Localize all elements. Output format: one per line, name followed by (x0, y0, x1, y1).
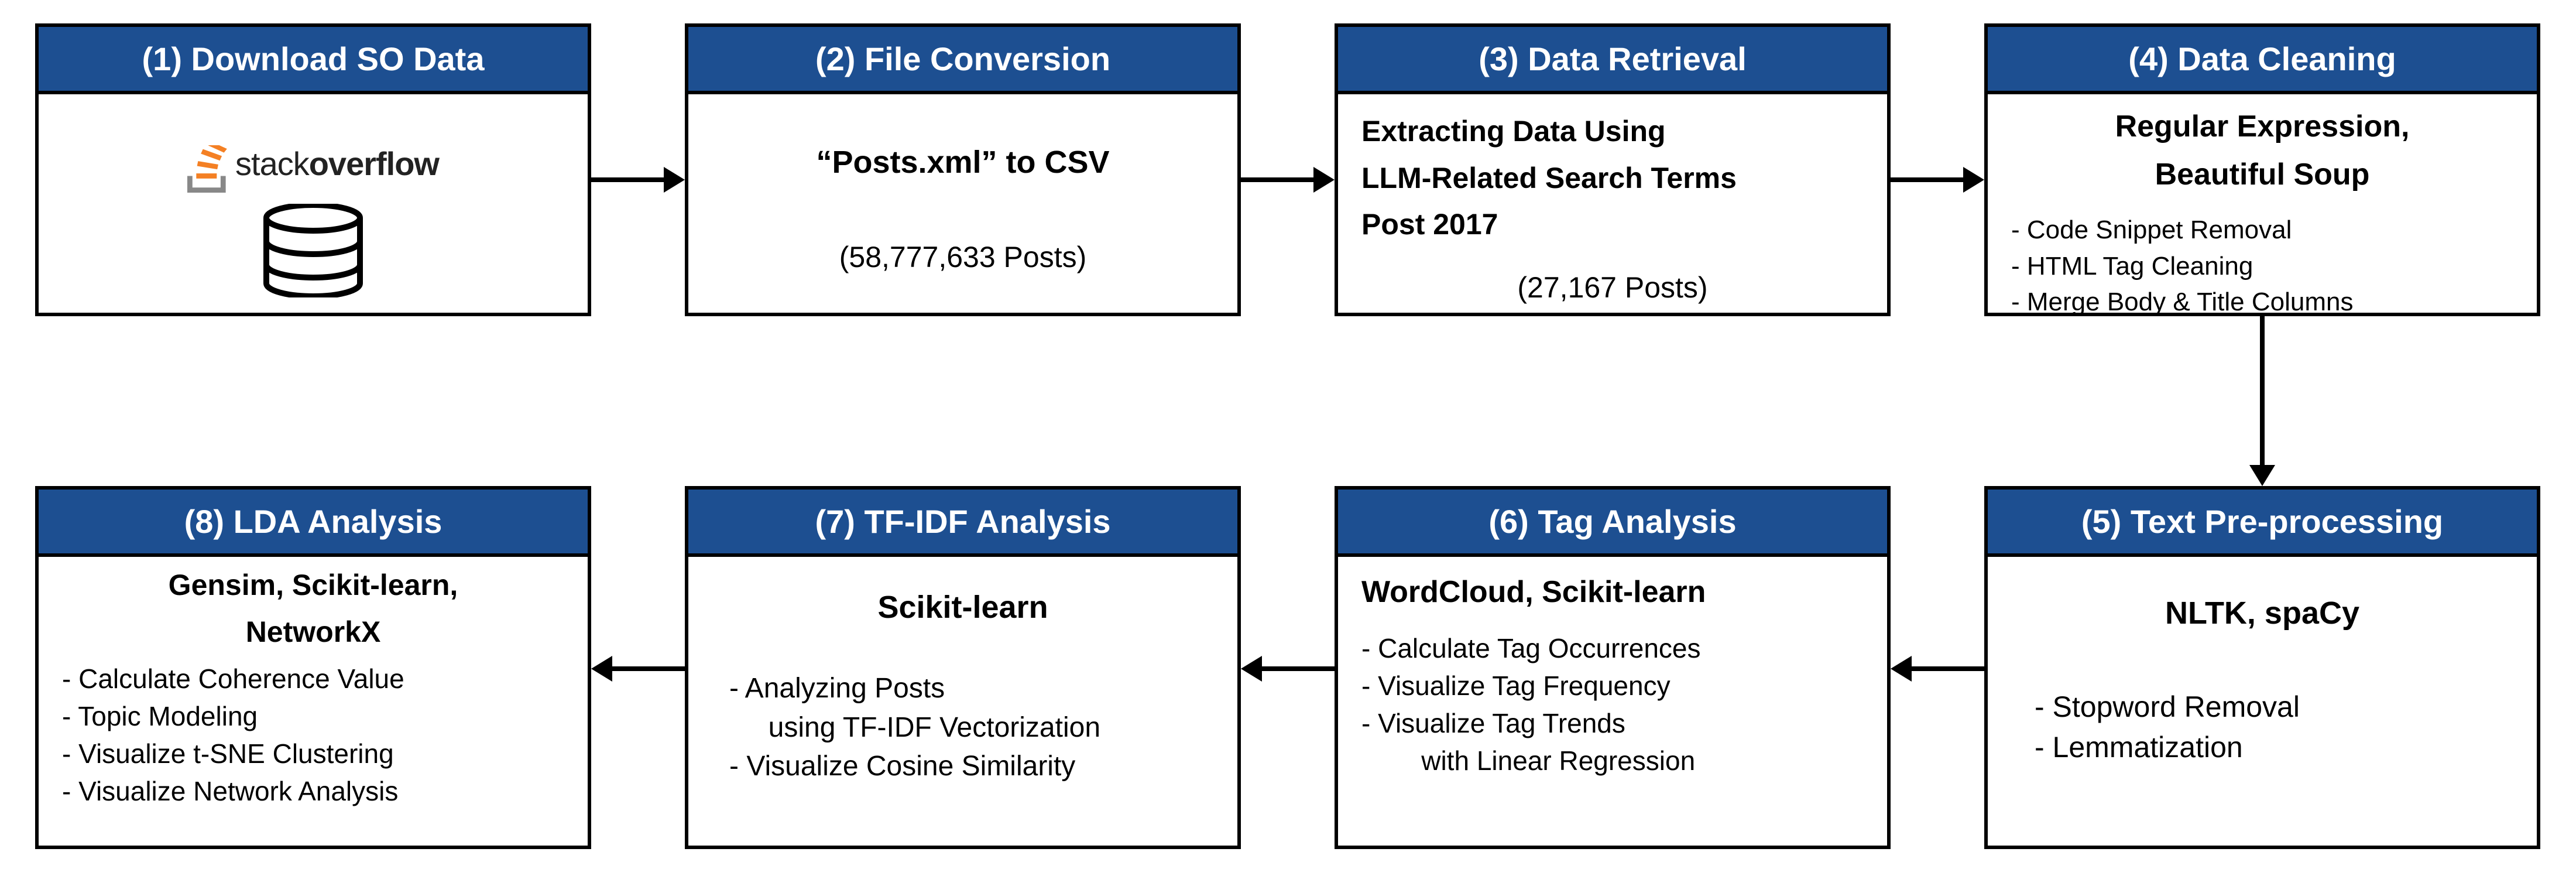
step-6-body: WordCloud, Scikit-learn - Calculate Tag … (1338, 557, 1887, 798)
stackoverflow-logo: stackoverflow (187, 142, 439, 186)
step-8-body: Gensim, Scikit-learn, NetworkX - Calcula… (39, 557, 588, 828)
step-1-title: (1) Download SO Data (39, 27, 588, 94)
step-5-item-2: - Lemmatization (2035, 728, 2513, 768)
step-8-main-l1: Gensim, Scikit-learn, (62, 566, 564, 605)
arrow-2-to-3 (1241, 167, 1335, 193)
step-7-title: (7) TF-IDF Analysis (688, 490, 1237, 557)
step-5-title: (5) Text Pre-processing (1988, 490, 2537, 557)
step-4-body: Regular Expression, Beautiful Soup - Cod… (1988, 94, 2537, 338)
step-6-item-3: - Visualize Tag Trends (1361, 705, 1864, 741)
step-3-main-l3: Post 2017 (1361, 205, 1864, 245)
step-2-count: (58,777,633 Posts) (712, 238, 1214, 278)
step-7-item-1: - Analyzing Posts (729, 670, 1214, 708)
step-3-title: (3) Data Retrieval (1338, 27, 1887, 94)
step-3-data-retrieval: (3) Data Retrieval Extracting Data Using… (1335, 23, 1891, 316)
step-5-body: NLTK, spaCy - Stopword Removal - Lemmati… (1988, 557, 2537, 786)
step-1-body: stackoverflow (39, 94, 588, 345)
stackoverflow-wordmark: stackoverflow (235, 142, 439, 186)
step-4-item-1: - Code Snippet Removal (2011, 213, 2513, 247)
step-8-item-1: - Calculate Coherence Value (62, 661, 564, 697)
step-6-title: (6) Tag Analysis (1338, 490, 1887, 557)
arrow-6-to-7 (1241, 656, 1335, 682)
step-5-text-preprocessing: (5) Text Pre-processing NLTK, spaCy - St… (1984, 486, 2540, 849)
step-3-body: Extracting Data Using LLM-Related Search… (1338, 94, 1887, 325)
step-6-main: WordCloud, Scikit-learn (1361, 572, 1864, 613)
arrow-3-to-4 (1891, 167, 1984, 193)
diagram-canvas: (1) Download SO Data stackoverflow (0, 0, 2576, 893)
step-4-main-l1: Regular Expression, (2011, 106, 2513, 147)
step-8-title: (8) LDA Analysis (39, 490, 588, 557)
step-3-main-l1: Extracting Data Using (1361, 112, 1864, 152)
step-3-main-l2: LLM-Related Search Terms (1361, 159, 1864, 199)
arrow-1-to-2 (591, 167, 685, 193)
step-6-item-1: - Calculate Tag Occurrences (1361, 630, 1864, 666)
database-icon (255, 204, 372, 297)
stackoverflow-icon (187, 145, 228, 186)
step-7-item-2: - Visualize Cosine Similarity (729, 748, 1214, 786)
step-4-data-cleaning: (4) Data Cleaning Regular Expression, Be… (1984, 23, 2540, 316)
step-7-body: Scikit-learn - Analyzing Posts using TF-… (688, 557, 1237, 805)
step-4-title: (4) Data Cleaning (1988, 27, 2537, 94)
step-8-main-l2: NetworkX (62, 613, 564, 652)
step-7-main: Scikit-learn (712, 586, 1214, 629)
step-2-body: “Posts.xml” to CSV (58,777,633 Posts) (688, 94, 1237, 295)
step-1-download-so-data: (1) Download SO Data stackoverflow (35, 23, 591, 316)
arrow-7-to-8 (591, 656, 685, 682)
arrow-5-to-6 (1891, 656, 1984, 682)
step-7-tfidf-analysis: (7) TF-IDF Analysis Scikit-learn - Analy… (685, 486, 1241, 849)
step-4-item-2: - HTML Tag Cleaning (2011, 249, 2513, 283)
step-5-main: NLTK, spaCy (2011, 592, 2513, 635)
brand-stack: stack (235, 145, 309, 182)
step-6-tag-analysis: (6) Tag Analysis WordCloud, Scikit-learn… (1335, 486, 1891, 849)
step-3-count: (27,167 Posts) (1361, 268, 1864, 308)
step-6-item-2: - Visualize Tag Frequency (1361, 668, 1864, 704)
step-4-item-3: - Merge Body & Title Columns (2011, 285, 2513, 319)
step-8-item-3: - Visualize t-SNE Clustering (62, 735, 564, 772)
step-2-main: “Posts.xml” to CSV (712, 141, 1214, 184)
step-8-item-4: - Visualize Network Analysis (62, 773, 564, 809)
step-8-lda-analysis: (8) LDA Analysis Gensim, Scikit-learn, N… (35, 486, 591, 849)
step-7-item-1b: using TF-IDF Vectorization (729, 709, 1214, 747)
step-5-item-1: - Stopword Removal (2035, 687, 2513, 727)
brand-overflow: overflow (309, 145, 439, 182)
step-2-file-conversion: (2) File Conversion “Posts.xml” to CSV (… (685, 23, 1241, 316)
arrow-4-to-5 (2249, 316, 2275, 486)
step-2-title: (2) File Conversion (688, 27, 1237, 94)
step-8-item-2: - Topic Modeling (62, 698, 564, 734)
step-6-item-3b: with Linear Regression (1361, 743, 1864, 779)
step-4-main-l2: Beautiful Soup (2011, 154, 2513, 195)
